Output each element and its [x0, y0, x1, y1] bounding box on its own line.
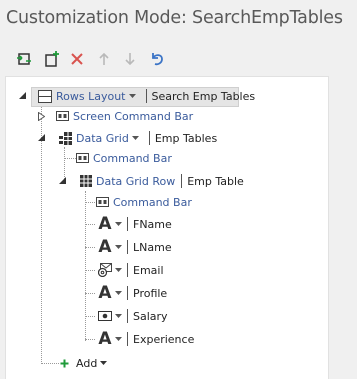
screen-command-bar-label: Screen Command Bar	[73, 109, 194, 123]
data-grid-icon	[59, 131, 72, 145]
money-icon	[98, 311, 112, 321]
page-title: Customization Mode: SearchEmpTables	[6, 8, 343, 28]
chevron-down-icon[interactable]	[115, 291, 122, 295]
collapse-triangle-icon[interactable]	[59, 177, 67, 185]
data-grid-type-label: Data Grid	[76, 131, 129, 145]
root-layout-label: Rows Layout	[56, 89, 126, 103]
move-up-icon[interactable]	[94, 49, 114, 69]
tree-node-field[interactable]: Salary	[98, 306, 168, 326]
data-grid-label: Emp Tables	[154, 131, 218, 145]
tree-node-field[interactable]: Email	[98, 260, 164, 280]
email-icon	[98, 263, 112, 277]
data-grid-row-icon	[80, 175, 92, 187]
chevron-down-icon[interactable]	[128, 94, 136, 98]
chevron-down-icon[interactable]	[131, 136, 139, 140]
tree-node-field[interactable]: A Profile	[98, 283, 167, 303]
chevron-down-icon[interactable]	[115, 314, 122, 318]
chevron-down-icon[interactable]	[115, 222, 122, 226]
field-label: Experience	[133, 332, 195, 346]
add-label: Add	[76, 356, 98, 370]
root-label: Search Emp Tables	[151, 89, 256, 103]
chevron-down-icon[interactable]	[115, 337, 122, 341]
expand-triangle-icon[interactable]	[38, 112, 45, 121]
data-grid-row-type-label: Data Grid Row	[96, 174, 176, 188]
field-label: Salary	[133, 309, 168, 323]
chevron-down-icon[interactable]	[115, 268, 122, 272]
rows-layout-icon	[38, 89, 52, 103]
delete-icon[interactable]	[67, 49, 87, 69]
text-a-icon: A	[98, 328, 112, 349]
collapse-triangle-icon[interactable]	[38, 134, 46, 142]
tree-node-data-grid-row[interactable]: Data Grid Row Emp Table	[80, 171, 244, 191]
add-item-icon[interactable]	[42, 49, 62, 69]
field-label: Email	[133, 263, 164, 277]
tree-node-field[interactable]: A Experience	[98, 329, 194, 349]
tree-node-screen-command-bar[interactable]: Screen Command Bar	[56, 106, 193, 126]
text-a-icon: A	[98, 213, 112, 234]
tree-node-data-grid[interactable]: Data Grid Emp Tables	[59, 128, 217, 148]
text-a-icon: A	[98, 282, 112, 303]
text-a-icon: A	[98, 236, 112, 257]
grid-command-bar-label: Command Bar	[93, 151, 172, 165]
undo-icon[interactable]	[147, 49, 167, 69]
chevron-down-icon[interactable]	[100, 361, 108, 365]
tree-node-field[interactable]: A FName	[98, 213, 172, 234]
collapse-triangle-icon[interactable]	[19, 92, 27, 100]
tree-node-field[interactable]: A LName	[98, 236, 172, 257]
toolbar	[0, 46, 357, 72]
plus-icon	[60, 359, 69, 368]
command-bar-icon	[76, 153, 89, 163]
chevron-down-icon[interactable]	[115, 245, 122, 249]
command-bar-icon	[56, 111, 69, 121]
tree-node-grid-command-bar[interactable]: Command Bar	[76, 148, 172, 168]
tree-node-rows-layout[interactable]: Rows Layout Search Emp Tables	[38, 86, 255, 106]
command-bar-icon	[96, 197, 109, 207]
field-label: FName	[133, 217, 172, 231]
data-grid-row-label: Emp Table	[187, 174, 244, 188]
wrap-icon[interactable]	[14, 49, 34, 69]
add-button[interactable]: Add	[60, 353, 111, 373]
tree-node-row-command-bar[interactable]: Command Bar	[96, 192, 192, 212]
field-label: Profile	[133, 286, 168, 300]
move-down-icon[interactable]	[120, 49, 140, 69]
row-command-bar-label: Command Bar	[113, 195, 192, 209]
field-label: LName	[133, 240, 172, 254]
